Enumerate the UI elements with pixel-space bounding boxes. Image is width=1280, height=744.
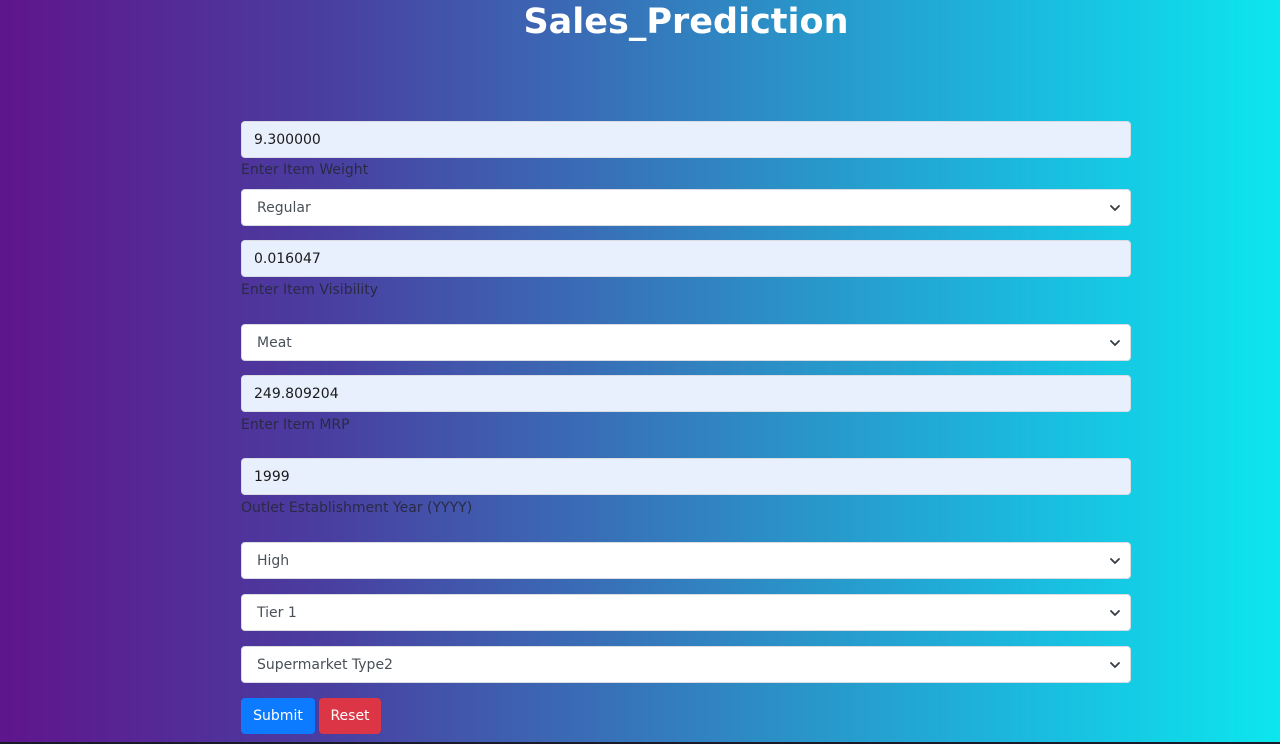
- item-weight-input[interactable]: 9.300000: [241, 121, 1131, 158]
- item-weight-value: 9.300000: [254, 131, 321, 148]
- item-visibility-value: 0.016047: [254, 250, 321, 267]
- item-type-select[interactable]: Meat: [241, 324, 1131, 361]
- outlet-size-select[interactable]: High: [241, 542, 1131, 579]
- item-weight-label: Enter Item Weight: [241, 162, 369, 178]
- submit-button[interactable]: Submit: [241, 698, 315, 734]
- establishment-year-value: 1999: [254, 468, 290, 485]
- item-mrp-label: Enter Item MRP: [241, 417, 350, 433]
- outlet-type-select[interactable]: Supermarket Type2: [241, 646, 1131, 683]
- item-mrp-value: 249.809204: [254, 385, 339, 402]
- chevron-down-icon: [1110, 340, 1120, 346]
- chevron-down-icon: [1110, 662, 1120, 668]
- fat-content-value: Regular: [257, 199, 311, 216]
- establishment-year-label: Outlet Establishment Year (YYYY): [241, 500, 473, 516]
- item-mrp-input[interactable]: 249.809204: [241, 375, 1131, 412]
- item-visibility-input[interactable]: 0.016047: [241, 240, 1131, 277]
- sales-prediction-form: 9.300000 Enter Item Weight Regular 0.016…: [241, 0, 1131, 744]
- chevron-down-icon: [1110, 610, 1120, 616]
- reset-button[interactable]: Reset: [319, 698, 381, 734]
- establishment-year-input[interactable]: 1999: [241, 458, 1131, 495]
- fat-content-select[interactable]: Regular: [241, 189, 1131, 226]
- chevron-down-icon: [1110, 205, 1120, 211]
- outlet-size-value: High: [257, 552, 290, 569]
- item-visibility-label: Enter Item Visibility: [241, 282, 379, 298]
- location-type-value: Tier 1: [257, 604, 297, 621]
- chevron-down-icon: [1110, 558, 1120, 564]
- outlet-type-value: Supermarket Type2: [257, 656, 393, 673]
- location-type-select[interactable]: Tier 1: [241, 594, 1131, 631]
- item-type-value: Meat: [257, 334, 292, 351]
